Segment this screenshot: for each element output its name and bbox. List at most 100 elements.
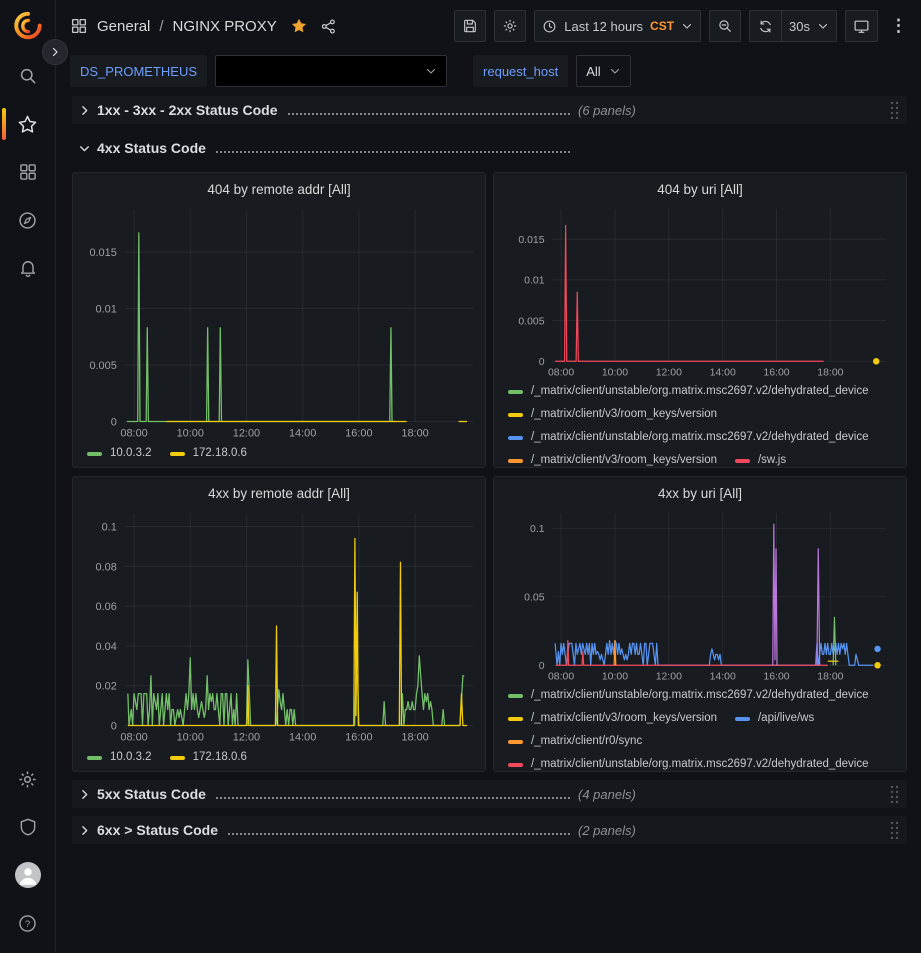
breadcrumb: General / NGINX PROXY <box>70 17 337 35</box>
panel-404-by-remote-addr: 404 by remote addr [All] 00.0050.010.015… <box>72 172 486 468</box>
panel-count: (2 panels) <box>578 823 636 838</box>
legend-label: /_matrix/client/v3/room_keys/version <box>531 404 717 425</box>
dashboard-variables-bar: DS_PROMETHEUS request_host All <box>56 52 921 90</box>
legend-item[interactable]: /_matrix/client/r0/sync <box>508 731 642 752</box>
zoom-out-time-button[interactable] <box>709 10 741 42</box>
sidebar-item-configuration[interactable] <box>0 755 56 803</box>
drag-handle-icon[interactable] <box>889 101 899 119</box>
chart-canvas[interactable]: 00.020.040.060.080.108:0010:0012:0014:00… <box>81 508 477 746</box>
legend-label: 10.0.3.2 <box>110 747 152 768</box>
panel-count: (4 panels) <box>578 787 636 802</box>
variable-ds-prometheus: DS_PROMETHEUS <box>70 55 447 87</box>
series-color-swatch <box>735 717 750 721</box>
variable-value-dropdown[interactable] <box>215 55 447 87</box>
sidebar-bottom-group: ? <box>0 755 56 947</box>
kebab-menu-icon[interactable]: ⋮ <box>886 16 911 36</box>
legend-item[interactable]: /_matrix/client/v3/room_keys/version <box>508 404 717 425</box>
sidebar-item-profile[interactable] <box>0 851 56 899</box>
sidebar: ? <box>0 0 56 953</box>
row-title: 1xx - 3xx - 2xx Status Code <box>97 102 278 118</box>
sidebar-item-dashboards[interactable] <box>0 148 56 196</box>
series-color-swatch <box>508 763 523 767</box>
series-color-swatch <box>508 740 523 744</box>
chart-legend: 10.0.3.2 172.18.0.6 <box>81 746 477 768</box>
tv-mode-button[interactable] <box>845 10 878 42</box>
legend-item[interactable]: /_matrix/client/v3/room_keys/version <box>508 450 717 467</box>
svg-text:18:00: 18:00 <box>817 671 843 682</box>
svg-text:12:00: 12:00 <box>233 427 260 439</box>
legend-item[interactable]: /_matrix/client/unstable/org.matrix.msc2… <box>508 754 869 771</box>
row-title: 6xx > Status Code <box>97 822 218 838</box>
series-color-swatch <box>508 459 523 463</box>
legend-label: 172.18.0.6 <box>193 443 247 464</box>
dotted-leader <box>288 113 570 115</box>
legend-item[interactable]: 172.18.0.6 <box>170 443 247 464</box>
legend-item[interactable]: /api/live/ws <box>735 708 814 729</box>
svg-text:12:00: 12:00 <box>656 671 682 682</box>
chevron-down-icon <box>817 20 829 32</box>
refresh-icon <box>758 19 773 34</box>
refresh-interval-dropdown[interactable]: 30s <box>781 10 837 42</box>
svg-text:16:00: 16:00 <box>763 671 789 682</box>
chevron-right-icon <box>49 46 61 58</box>
panel-title[interactable]: 404 by remote addr [All] <box>81 178 477 204</box>
star-filled-icon[interactable] <box>290 17 308 35</box>
chart-canvas[interactable]: 00.0050.010.01508:0010:0012:0014:0016:00… <box>502 203 898 380</box>
row-5xx[interactable]: 5xx Status Code (4 panels) <box>72 780 907 808</box>
panel-title[interactable]: 4xx by uri [All] <box>502 482 898 507</box>
refresh-interval-label: 30s <box>789 19 810 34</box>
legend-item[interactable]: /_matrix/client/unstable/org.matrix.msc2… <box>508 381 869 402</box>
series-color-swatch <box>87 452 102 456</box>
person-icon <box>15 862 41 888</box>
breadcrumb-dashboard-title[interactable]: NGINX PROXY <box>173 18 277 35</box>
panels-grid: 404 by remote addr [All] 00.0050.010.015… <box>72 172 907 772</box>
dashboards-grid-icon <box>18 162 38 182</box>
legend-item[interactable]: /_matrix/client/unstable/org.matrix.msc2… <box>508 427 869 448</box>
legend-item[interactable]: /_matrix/client/unstable/org.matrix.msc2… <box>508 685 869 706</box>
chart-canvas[interactable]: 00.0050.010.01508:0010:0012:0014:0016:00… <box>81 204 477 442</box>
variable-value-dropdown[interactable]: All <box>576 55 630 87</box>
legend-item[interactable]: 172.18.0.6 <box>170 747 247 768</box>
sidebar-item-help[interactable]: ? <box>0 899 56 947</box>
legend-item[interactable]: 10.0.3.2 <box>87 747 152 768</box>
row-4xx[interactable]: 4xx Status Code <box>72 134 907 162</box>
chart-legend: 10.0.3.2 172.18.0.6 <box>81 442 477 464</box>
svg-text:0.01: 0.01 <box>96 304 117 316</box>
chevron-right-icon <box>78 788 91 801</box>
row-title: 5xx Status Code <box>97 786 206 802</box>
panel-title[interactable]: 404 by uri [All] <box>502 178 898 203</box>
series-color-swatch <box>87 756 102 760</box>
drag-handle-icon[interactable] <box>889 821 899 839</box>
legend-label: /_matrix/client/unstable/org.matrix.msc2… <box>531 685 869 706</box>
svg-text:0.1: 0.1 <box>530 524 545 535</box>
sidebar-item-explore[interactable] <box>0 196 56 244</box>
save-dashboard-button[interactable] <box>454 10 486 42</box>
sidebar-item-server-admin[interactable] <box>0 803 56 851</box>
sidebar-item-alerting[interactable] <box>0 244 56 292</box>
drag-handle-icon[interactable] <box>889 785 899 803</box>
time-range-picker[interactable]: Last 12 hours CST <box>534 10 701 42</box>
breadcrumb-folder[interactable]: General <box>97 18 150 35</box>
series-color-swatch <box>735 459 750 463</box>
legend-label: /_matrix/client/v3/room_keys/version <box>531 450 717 467</box>
legend-item[interactable]: /sw.js <box>735 450 786 467</box>
panel-title[interactable]: 4xx by remote addr [All] <box>81 482 477 508</box>
dotted-leader <box>216 797 570 799</box>
svg-text:0.015: 0.015 <box>518 235 544 246</box>
row-6xx[interactable]: 6xx > Status Code (2 panels) <box>72 816 907 844</box>
share-icon[interactable] <box>320 18 337 35</box>
dashboard-settings-button[interactable] <box>494 10 526 42</box>
svg-text:0: 0 <box>539 357 545 368</box>
refresh-button[interactable] <box>749 10 781 42</box>
row-1xx-3xx-2xx[interactable]: 1xx - 3xx - 2xx Status Code (6 panels) <box>72 96 907 124</box>
chart-canvas[interactable]: 00.050.108:0010:0012:0014:0016:0018:00 <box>502 507 898 684</box>
expand-sidebar-button[interactable] <box>42 39 68 65</box>
legend-item[interactable]: 10.0.3.2 <box>87 443 152 464</box>
svg-text:14:00: 14:00 <box>289 427 316 439</box>
avatar <box>15 862 41 888</box>
legend-label: 10.0.3.2 <box>110 443 152 464</box>
legend-item[interactable]: /_matrix/client/v3/room_keys/version <box>508 708 717 729</box>
sidebar-item-starred[interactable] <box>0 100 56 148</box>
svg-text:08:00: 08:00 <box>548 671 574 682</box>
svg-text:10:00: 10:00 <box>602 671 628 682</box>
